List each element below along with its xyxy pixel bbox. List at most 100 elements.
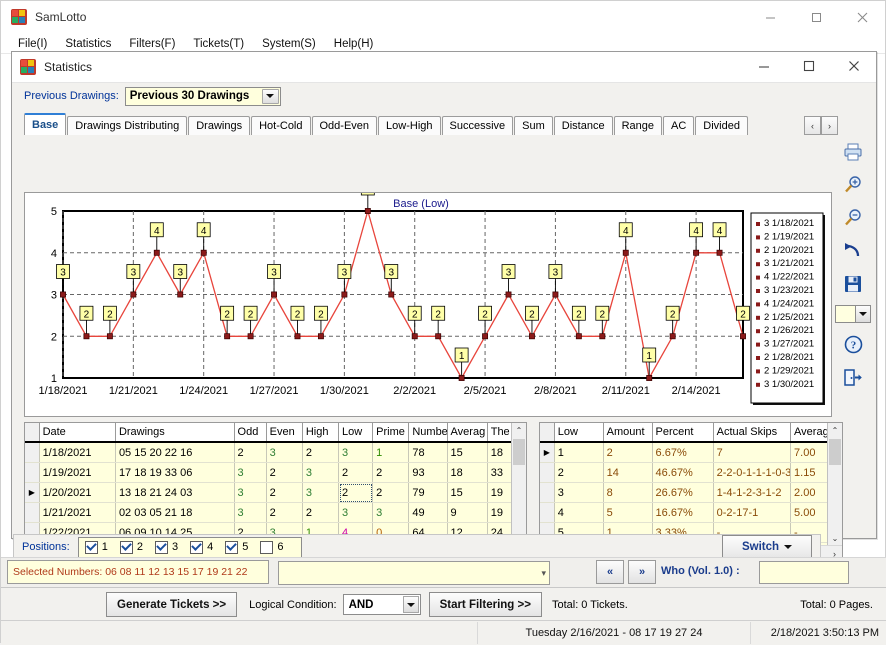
table-cell[interactable]: 18: [447, 463, 487, 483]
table-cell[interactable]: 1/18/2021: [39, 442, 115, 463]
low-summary-vscrollbar[interactable]: ⌃ ⌄: [827, 423, 842, 545]
summary-column-header-percent[interactable]: Percent: [652, 423, 713, 442]
table-cell[interactable]: 1/21/2021: [39, 503, 115, 523]
menu-file[interactable]: File(I): [9, 36, 56, 52]
table-cell[interactable]: 2: [266, 503, 302, 523]
table-cell[interactable]: 3: [339, 442, 373, 463]
checkbox-3[interactable]: [155, 541, 168, 554]
nav-next-button[interactable]: »: [628, 560, 656, 584]
table-cell[interactable]: 2: [603, 442, 652, 463]
position-checkbox-6[interactable]: 6: [260, 541, 283, 554]
summary-vscroll-thumb[interactable]: [829, 439, 841, 465]
checkbox-5[interactable]: [225, 541, 238, 554]
tab-ac[interactable]: AC: [663, 116, 694, 135]
table-cell[interactable]: 3: [302, 463, 338, 483]
table-cell[interactable]: 15: [447, 483, 487, 503]
table-cell[interactable]: 4: [554, 503, 603, 523]
table-cell[interactable]: 49: [409, 503, 447, 523]
table-cell[interactable]: 46.67%: [652, 463, 713, 483]
column-header-averag[interactable]: Averag: [447, 423, 487, 442]
start-filtering-button[interactable]: Start Filtering >>: [429, 592, 542, 617]
table-cell[interactable]: 79: [409, 483, 447, 503]
table-cell[interactable]: 78: [409, 442, 447, 463]
table-cell[interactable]: 2: [339, 483, 373, 503]
previous-drawings-select[interactable]: Previous 30 Drawings: [125, 87, 281, 106]
summary-column-header-amount[interactable]: Amount: [603, 423, 652, 442]
table-cell[interactable]: 2: [554, 463, 603, 483]
checkbox-6[interactable]: [260, 541, 273, 554]
table-cell[interactable]: 2: [302, 503, 338, 523]
column-header-high[interactable]: High: [302, 423, 338, 442]
table-cell[interactable]: 9: [447, 503, 487, 523]
logical-condition-select[interactable]: AND: [343, 594, 421, 615]
vscroll-up-button[interactable]: ⌃: [512, 423, 526, 437]
position-checkbox-3[interactable]: 3: [155, 541, 178, 554]
table-cell[interactable]: 1/19/2021: [39, 463, 115, 483]
table-cell[interactable]: 3: [339, 503, 373, 523]
statistics-maximize-button[interactable]: [786, 51, 831, 81]
table-cell[interactable]: 17 18 19 33 06: [115, 463, 234, 483]
summary-vscroll-down-button[interactable]: ⌄: [828, 531, 842, 545]
table-cell[interactable]: 05 15 20 22 16: [115, 442, 234, 463]
table-cell[interactable]: 6.67%: [652, 442, 713, 463]
position-checkbox-5[interactable]: 5: [225, 541, 248, 554]
table-row[interactable]: ▶1/20/202113 18 21 24 0332322791519: [25, 483, 526, 503]
checkbox-4[interactable]: [190, 541, 203, 554]
zoom-in-icon[interactable]: [840, 173, 866, 197]
table-cell[interactable]: 13 18 21 24 03: [115, 483, 234, 503]
table-cell[interactable]: 1/20/2021: [39, 483, 115, 503]
minimize-button[interactable]: [747, 1, 793, 33]
background-field[interactable]: [759, 561, 849, 584]
nav-first-button[interactable]: «: [596, 560, 624, 584]
checkbox-1[interactable]: [85, 541, 98, 554]
tab-successive[interactable]: Successive: [442, 116, 514, 135]
switch-button[interactable]: Switch: [722, 535, 812, 559]
tab-scroll-next[interactable]: ›: [821, 116, 838, 135]
table-cell[interactable]: 15: [447, 442, 487, 463]
table-cell[interactable]: 3: [373, 503, 409, 523]
table-cell[interactable]: 3: [234, 463, 266, 483]
table-cell[interactable]: 1: [373, 442, 409, 463]
save-icon[interactable]: [840, 272, 866, 296]
tab-drawings-distributing[interactable]: Drawings Distributing: [67, 116, 187, 135]
chevron-down-icon[interactable]: [262, 89, 279, 104]
table-row[interactable]: 21446.67%2-2-0-1-1-1-0-31.15: [540, 463, 842, 483]
table-cell[interactable]: 16.67%: [652, 503, 713, 523]
tab-range[interactable]: Range: [614, 116, 662, 135]
summary-column-header-low[interactable]: Low: [554, 423, 603, 442]
column-header-even[interactable]: Even: [266, 423, 302, 442]
tab-scroll-prev[interactable]: ‹: [804, 116, 821, 135]
table-cell[interactable]: 14: [603, 463, 652, 483]
summary-column-header-actual-skips[interactable]: Actual Skips: [713, 423, 790, 442]
table-cell[interactable]: 8: [603, 483, 652, 503]
table-cell[interactable]: 2: [266, 463, 302, 483]
column-header-date[interactable]: Date: [39, 423, 115, 442]
menu-system[interactable]: System(S): [253, 36, 325, 52]
tab-drawings[interactable]: Drawings: [188, 116, 250, 135]
maximize-button[interactable]: [793, 1, 839, 33]
color-dropdown-arrow[interactable]: [856, 306, 870, 322]
background-combo[interactable]: ▾: [278, 561, 550, 585]
generate-tickets-button[interactable]: Generate Tickets >>: [106, 592, 237, 617]
position-checkbox-1[interactable]: 1: [85, 541, 108, 554]
column-header-prime[interactable]: Prime: [373, 423, 409, 442]
table-cell[interactable]: 3: [302, 483, 338, 503]
tab-base[interactable]: Base: [24, 113, 66, 135]
menu-help[interactable]: Help(H): [325, 36, 383, 52]
table-cell[interactable]: 2-2-0-1-1-1-0-3: [713, 463, 790, 483]
logical-condition-chevron-down-icon[interactable]: [403, 596, 419, 613]
position-checkbox-2[interactable]: 2: [120, 541, 143, 554]
vscroll-thumb[interactable]: [513, 439, 525, 465]
table-row[interactable]: 3826.67%1-4-1-2-3-1-22.00: [540, 483, 842, 503]
table-cell[interactable]: 3: [554, 483, 603, 503]
table-cell[interactable]: 93: [409, 463, 447, 483]
table-row[interactable]: 4516.67%0-2-17-15.00: [540, 503, 842, 523]
table-row[interactable]: 1/21/202102 03 05 21 183223349919: [25, 503, 526, 523]
tab-odd-even[interactable]: Odd-Even: [312, 116, 378, 135]
table-row[interactable]: ▶126.67%77.00: [540, 442, 842, 463]
summary-vscroll-up-button[interactable]: ⌃: [828, 423, 842, 437]
table-cell[interactable]: 0-2-17-1: [713, 503, 790, 523]
table-cell[interactable]: 3: [234, 483, 266, 503]
column-header-numbe[interactable]: Numbe: [409, 423, 447, 442]
help-icon[interactable]: ?: [840, 332, 866, 356]
